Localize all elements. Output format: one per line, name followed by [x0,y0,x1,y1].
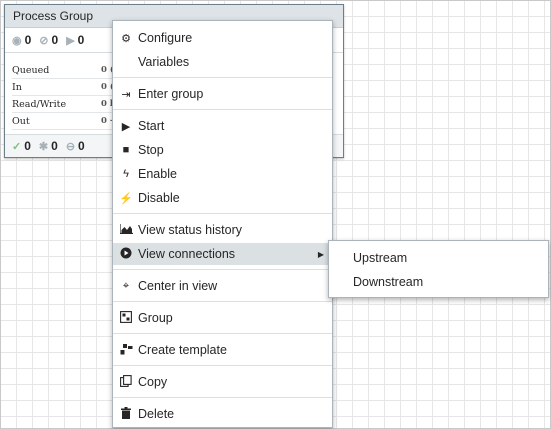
bolt-icon: ϟ [123,168,129,180]
bolt-slash-icon: ⚡ [119,192,133,205]
menu-separator [113,109,332,110]
menu-separator [113,397,332,398]
disabled-count: ⊖ 0 [65,139,85,153]
stopped-count: ⊘ 0 [39,33,59,47]
stop-icon: ■ [122,144,130,156]
invalid-icon: ✱ [38,140,49,153]
menu-separator [113,333,332,334]
menu-item-stop[interactable]: ■ Stop [113,139,332,161]
menu-item-disable[interactable]: ⚡ Disable [113,187,332,209]
trash-icon [119,406,133,422]
disabled-icon: ⊖ [65,140,76,153]
play-icon: ▶ [66,34,75,47]
menu-item-create-template[interactable]: Create template [113,339,332,361]
stopped-icon: ⊘ [39,34,49,47]
menu-separator [113,301,332,302]
area-chart-icon [118,223,133,237]
copy-icon [119,374,133,390]
crosshairs-icon: ⌖ [122,279,130,292]
menu-item-view-status-history[interactable]: View status history [113,219,332,241]
submenu-item-downstream[interactable]: Downstream [329,271,548,293]
menu-item-enter-group[interactable]: ⇥ Enter group [113,83,332,105]
menu-item-configure[interactable]: ⚙ Configure [113,27,332,49]
running-count: ◉ 0 [12,33,32,47]
stat-row-out: Out 0 → [12,113,119,130]
menu-separator [113,213,332,214]
stat-row-read-write: Read/Write 0 by [12,96,119,113]
template-icon [119,343,133,358]
menu-item-view-connections[interactable]: View connections ▶ [113,243,332,265]
view-connections-submenu: Upstream Downstream [328,240,549,298]
stat-row-queued: Queued 0 (0 [12,62,119,79]
stat-row-in: In 0 (0 [12,79,119,96]
gear-icon: ⚙ [121,32,131,45]
valid-count: ✓ 0 [12,139,31,153]
context-menu: ⚙ Configure Variables ⇥ Enter group ▶ St… [112,20,333,428]
menu-item-enable[interactable]: ϟ Enable [113,163,332,185]
menu-item-copy[interactable]: Copy [113,371,332,393]
menu-separator [113,269,332,270]
invalid-count: ✱ 0 [38,139,58,153]
connections-icon [119,247,133,262]
menu-item-start[interactable]: ▶ Start [113,115,332,137]
running-icon: ◉ [12,34,22,47]
play-count: ▶ 0 [66,33,85,47]
chevron-right-icon: ▶ [317,249,324,259]
valid-icon: ✓ [12,140,22,153]
menu-item-delete[interactable]: Delete [113,403,332,425]
menu-item-center-in-view[interactable]: ⌖ Center in view [113,275,332,297]
menu-separator [113,365,332,366]
process-group-stats: Queued 0 (0 In 0 (0 Read/Write 0 by Out … [12,62,119,130]
menu-separator [113,77,332,78]
submenu-item-upstream[interactable]: Upstream [329,247,548,269]
play-icon: ▶ [121,120,131,133]
enter-icon: ⇥ [121,88,131,101]
group-icon [119,310,133,326]
menu-item-variables[interactable]: Variables [113,51,332,73]
menu-item-group[interactable]: Group [113,307,332,329]
